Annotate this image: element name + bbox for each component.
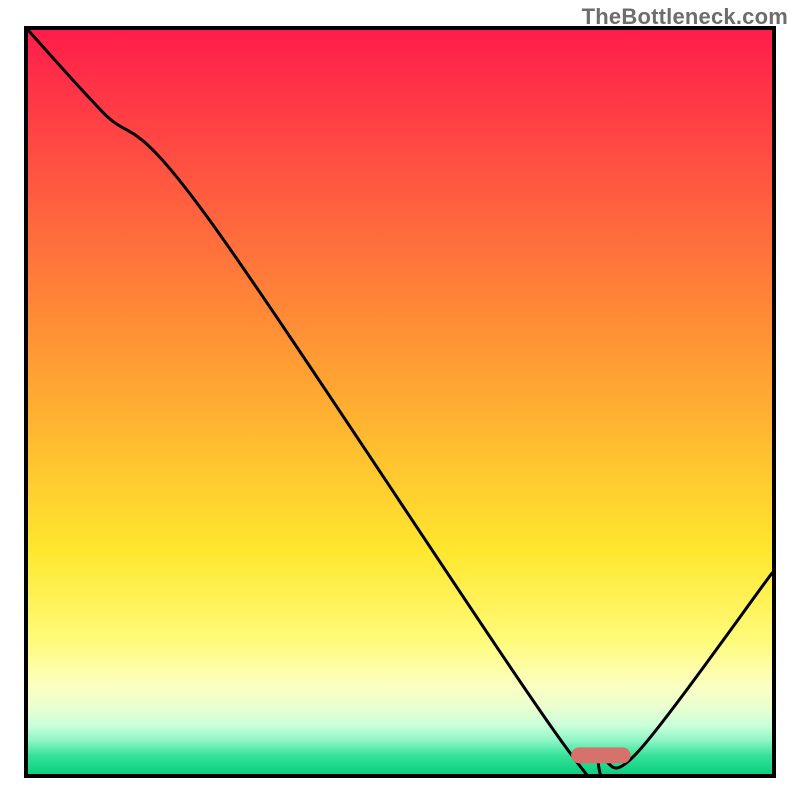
plot-frame [24,26,776,778]
plot-background [28,30,772,774]
chart-stage: TheBottleneck.com [0,0,800,800]
plot-svg [28,30,772,774]
watermark-text: TheBottleneck.com [582,4,788,30]
minimum-marker [571,747,631,763]
